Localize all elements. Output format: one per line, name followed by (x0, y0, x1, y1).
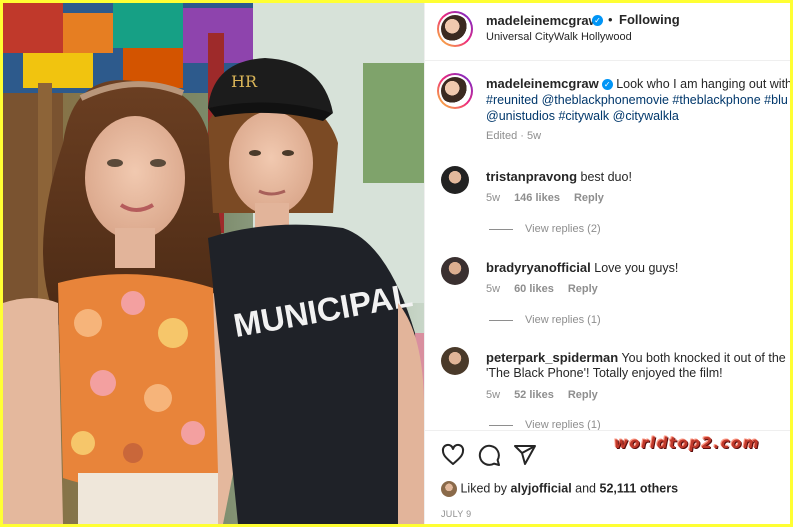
reply-button[interactable]: Reply (568, 283, 598, 295)
comment-text: best duo! (580, 170, 632, 184)
caption-author-avatar[interactable] (437, 73, 473, 109)
comment-meta: 5w 60 likes Reply (486, 283, 598, 295)
commenter-avatar[interactable] (441, 166, 469, 194)
comment-meta: 5w 52 likes Reply (486, 389, 598, 401)
liked-by-prefix: Liked by (460, 481, 508, 496)
comment-likes[interactable]: 60 likes (514, 283, 554, 295)
comment-body: peterpark_spiderman You both knocked it … (486, 350, 790, 365)
commenter-username[interactable]: peterpark_spiderman (486, 350, 618, 365)
liked-by-and: and (575, 481, 597, 496)
likes-count[interactable]: 52,111 others (600, 481, 679, 495)
liker-avatar[interactable] (441, 481, 457, 497)
commenter-username[interactable]: bradyryanofficial (486, 260, 591, 275)
liker-username[interactable]: alyjofficial (511, 481, 572, 495)
comment-age: 5w (486, 192, 501, 204)
liked-by-row: Liked by alyjofficial and 52,111 others (441, 481, 678, 497)
view-replies-label: View replies (1) (525, 314, 601, 326)
comment-body: bradyryanofficial Love you guys! (486, 260, 678, 275)
comment-age: 5w (486, 283, 501, 295)
caption-line-1: madeleinemcgraw ✓ Look who I am hanging o… (486, 76, 790, 92)
author-avatar[interactable] (437, 11, 473, 47)
comment-meta: 5w 146 likes Reply (486, 192, 604, 204)
heart-icon[interactable] (441, 443, 465, 467)
reply-button[interactable]: Reply (568, 389, 598, 401)
replies-dash (489, 228, 513, 230)
watermark-text: worldtop2.com (614, 434, 761, 452)
reply-button[interactable]: Reply (574, 192, 604, 204)
view-replies-label: View replies (2) (525, 223, 601, 235)
post-photo[interactable]: HR MUNICIPAL (3, 3, 424, 524)
commenter-avatar[interactable] (441, 257, 469, 285)
caption-author-username[interactable]: madeleinemcgraw (486, 76, 599, 91)
comment-text: Love you guys! (594, 261, 679, 275)
comment-icon[interactable] (477, 443, 501, 467)
location-link[interactable]: Universal CityWalk Hollywood (486, 31, 632, 43)
comment-text: You both knocked it out of the p (621, 351, 790, 365)
caption-text: Look who I am hanging out with (616, 77, 790, 91)
cap-logo: HR (231, 72, 258, 91)
instagram-post-frame: HR MUNICIPAL madeleinemcgraw ✓ • Followi… (3, 3, 790, 524)
following-button[interactable]: Following (619, 12, 680, 27)
caption-meta: Edited · 5w (486, 130, 542, 142)
comment-likes[interactable]: 146 likes (514, 192, 560, 204)
commenter-username[interactable]: tristanpravong (486, 169, 577, 184)
verified-badge-icon: ✓ (592, 15, 603, 26)
comment-likes[interactable]: 52 likes (514, 389, 554, 401)
caption-line-2[interactable]: #reunited @theblackphonemovie #theblackp… (486, 92, 788, 108)
replies-dash (489, 424, 513, 426)
verified-badge-icon: ✓ (601, 79, 613, 91)
author-username[interactable]: madeleinemcgraw (486, 13, 599, 28)
replies-dash (489, 319, 513, 321)
separator-dot: • (608, 12, 613, 27)
post-header: madeleinemcgraw ✓ • Following Universal … (425, 3, 790, 61)
post-date: JULY 9 (441, 509, 472, 519)
caption-line-3[interactable]: @unistudios #citywalk @citywalkla (486, 108, 679, 124)
comment-body: tristanpravong best duo! (486, 169, 632, 184)
view-replies-button[interactable]: View replies (2) (489, 223, 601, 235)
share-icon[interactable] (513, 443, 537, 467)
comment-text-continued: 'The Black Phone'! Totally enjoyed the f… (486, 366, 723, 380)
commenter-avatar[interactable] (441, 347, 469, 375)
comment-age: 5w (486, 389, 501, 401)
view-replies-button[interactable]: View replies (1) (489, 314, 601, 326)
